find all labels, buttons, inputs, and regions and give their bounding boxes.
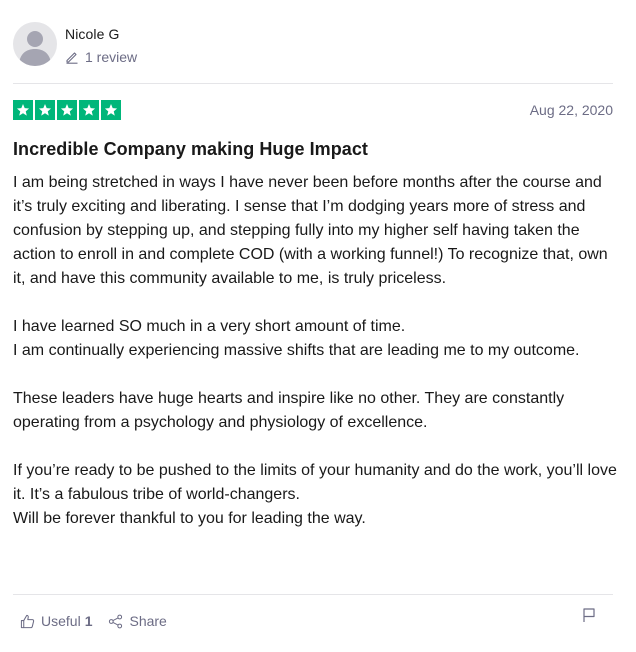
- pencil-icon: [65, 50, 79, 64]
- user-silhouette-icon: [19, 31, 51, 66]
- flag-button[interactable]: [581, 607, 597, 623]
- star-icon: [13, 100, 33, 120]
- review-date: Aug 22, 2020: [529, 102, 613, 118]
- review-card: Nicole G 1 review Aug 22, 2020 Incredibl…: [13, 0, 617, 652]
- useful-button[interactable]: Useful 1: [20, 612, 92, 630]
- review-paragraph: I am being stretched in ways I have neve…: [13, 174, 608, 287]
- share-button[interactable]: Share: [108, 612, 167, 630]
- flag-icon: [583, 608, 595, 622]
- star-icon: [35, 100, 55, 120]
- share-icon: [109, 614, 123, 628]
- avatar[interactable]: [13, 22, 57, 66]
- thumbs-up-icon: [20, 614, 35, 628]
- useful-count: 1: [84, 613, 93, 629]
- review-paragraph: These leaders have huge hearts and inspi…: [13, 390, 565, 431]
- share-label: Share: [129, 613, 167, 629]
- reviewer-header: Nicole G 1 review: [13, 22, 137, 68]
- review-body: I am being stretched in ways I have neve…: [13, 171, 618, 531]
- review-actions: Useful 1 Share: [20, 612, 167, 630]
- reviewer-name[interactable]: Nicole G: [65, 26, 137, 42]
- review-paragraph: I have learned SO much in a very short a…: [13, 318, 580, 359]
- star-icon: [79, 100, 99, 120]
- review-count: 1 review: [65, 49, 137, 65]
- review-title[interactable]: Incredible Company making Huge Impact: [13, 138, 368, 160]
- star-rating: [13, 100, 121, 120]
- useful-label: Useful: [41, 613, 81, 629]
- review-paragraph: If you’re ready to be pushed to the limi…: [13, 462, 617, 527]
- star-icon: [57, 100, 77, 120]
- reviewer-info: Nicole G 1 review: [65, 22, 137, 65]
- star-icon: [101, 100, 121, 120]
- divider: [13, 594, 613, 595]
- review-count-label: 1 review: [85, 49, 138, 65]
- divider: [13, 83, 613, 84]
